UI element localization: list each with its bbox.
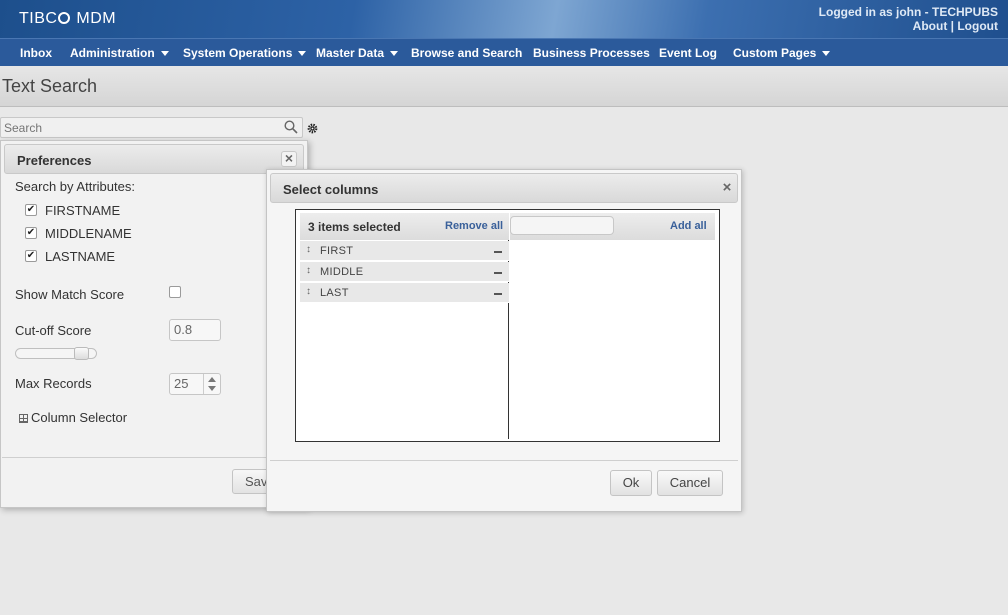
dialog-header: Select columns × bbox=[270, 173, 738, 203]
dialog-title: Select columns bbox=[283, 182, 379, 197]
page-title-bar: Text Search bbox=[0, 66, 1008, 107]
attribute-label-middlename: MIDDLENAME bbox=[45, 226, 132, 241]
selected-columns-header: 3 items selected Remove all bbox=[300, 213, 509, 240]
cutoff-score-input[interactable]: 0.8 bbox=[169, 319, 221, 341]
column-name: MIDDLE bbox=[320, 266, 364, 278]
search-by-attributes-label: Search by Attributes: bbox=[15, 179, 135, 194]
max-records-label: Max Records bbox=[15, 376, 92, 391]
tibco-logo-mark-icon bbox=[58, 12, 71, 24]
table-icon bbox=[19, 414, 28, 423]
stepper-up-icon[interactable] bbox=[208, 377, 216, 382]
remove-icon[interactable] bbox=[494, 293, 502, 295]
cancel-button[interactable]: Cancel bbox=[657, 470, 723, 496]
remove-icon[interactable] bbox=[494, 272, 502, 274]
ok-button[interactable]: Ok bbox=[610, 470, 652, 496]
max-records-stepper[interactable] bbox=[203, 374, 220, 394]
stepper-down-icon[interactable] bbox=[208, 386, 216, 391]
nav-item-event-log[interactable]: Event Log bbox=[659, 46, 717, 60]
logout-link[interactable]: Logout bbox=[957, 19, 998, 33]
nav-item-custom-pages[interactable]: Custom Pages bbox=[733, 46, 831, 60]
column-picker: 3 items selected Remove all ↕ FIRST ↕ MI… bbox=[295, 209, 720, 442]
tibco-mdm-logo: TIBC MDM bbox=[19, 10, 117, 27]
gear-icon[interactable] bbox=[307, 123, 318, 134]
chevron-down-icon bbox=[390, 51, 399, 56]
attribute-label-lastname: LASTNAME bbox=[45, 249, 116, 264]
show-match-score-checkbox[interactable] bbox=[169, 286, 181, 298]
drag-handle-icon[interactable]: ↕ bbox=[306, 244, 311, 255]
selected-count: 3 items selected bbox=[308, 220, 401, 234]
page-title: Text Search bbox=[2, 76, 98, 96]
cutoff-score-slider-handle[interactable] bbox=[74, 347, 89, 360]
available-columns-header: Add all bbox=[510, 213, 715, 240]
attribute-checkbox-lastname[interactable]: ✔ bbox=[25, 250, 37, 262]
remove-all-button[interactable]: Remove all bbox=[445, 220, 503, 232]
nav-item-inbox[interactable]: Inbox bbox=[20, 46, 52, 60]
column-filter-input[interactable] bbox=[510, 216, 614, 235]
list-item[interactable]: ↕ LAST bbox=[300, 283, 509, 303]
search-icon[interactable] bbox=[284, 120, 298, 134]
column-selector-link[interactable]: Column Selector bbox=[31, 410, 127, 425]
selected-columns-list: 3 items selected Remove all ↕ FIRST ↕ MI… bbox=[300, 213, 509, 439]
main-nav: Inbox Administration System Operations M… bbox=[0, 38, 1008, 66]
drag-handle-icon[interactable]: ↕ bbox=[306, 286, 311, 297]
chevron-down-icon bbox=[822, 51, 831, 56]
chevron-down-icon bbox=[298, 51, 307, 56]
user-info: Logged in as john - TECHPUBS About | Log… bbox=[818, 5, 998, 33]
add-all-button[interactable]: Add all bbox=[670, 220, 707, 232]
about-link[interactable]: About bbox=[913, 19, 948, 33]
nav-item-system-operations[interactable]: System Operations bbox=[183, 46, 307, 60]
show-match-score-label: Show Match Score bbox=[15, 287, 125, 302]
nav-item-business-processes[interactable]: Business Processes bbox=[533, 46, 650, 60]
chevron-down-icon bbox=[160, 51, 169, 56]
logged-in-text: Logged in as john - TECHPUBS bbox=[818, 5, 998, 19]
preferences-divider bbox=[2, 457, 302, 458]
attribute-label-firstname: FIRSTNAME bbox=[45, 203, 121, 218]
search-input[interactable] bbox=[0, 117, 303, 138]
column-name: FIRST bbox=[320, 245, 354, 257]
drag-handle-icon[interactable]: ↕ bbox=[306, 265, 311, 276]
select-columns-dialog: Select columns × 3 items selected Remove… bbox=[266, 169, 742, 512]
available-columns-list: Add all bbox=[510, 213, 715, 439]
preferences-close-button[interactable]: × bbox=[281, 151, 297, 167]
nav-item-administration[interactable]: Administration bbox=[70, 46, 169, 60]
dialog-close-button[interactable]: × bbox=[719, 180, 735, 197]
dialog-divider bbox=[270, 460, 738, 461]
attribute-checkbox-firstname[interactable]: ✔ bbox=[25, 204, 37, 216]
column-name: LAST bbox=[320, 287, 349, 299]
nav-item-browse-and-search[interactable]: Browse and Search bbox=[411, 46, 522, 60]
preferences-header: Preferences × bbox=[4, 144, 304, 174]
app-header: TIBC MDM Logged in as john - TECHPUBS Ab… bbox=[0, 0, 1008, 38]
nav-item-master-data[interactable]: Master Data bbox=[316, 46, 399, 60]
list-item[interactable]: ↕ MIDDLE bbox=[300, 262, 509, 282]
preferences-title: Preferences bbox=[17, 153, 92, 168]
attribute-checkbox-middlename[interactable]: ✔ bbox=[25, 227, 37, 239]
list-item[interactable]: ↕ FIRST bbox=[300, 241, 509, 261]
remove-icon[interactable] bbox=[494, 251, 502, 253]
cutoff-score-label: Cut-off Score bbox=[15, 323, 92, 338]
